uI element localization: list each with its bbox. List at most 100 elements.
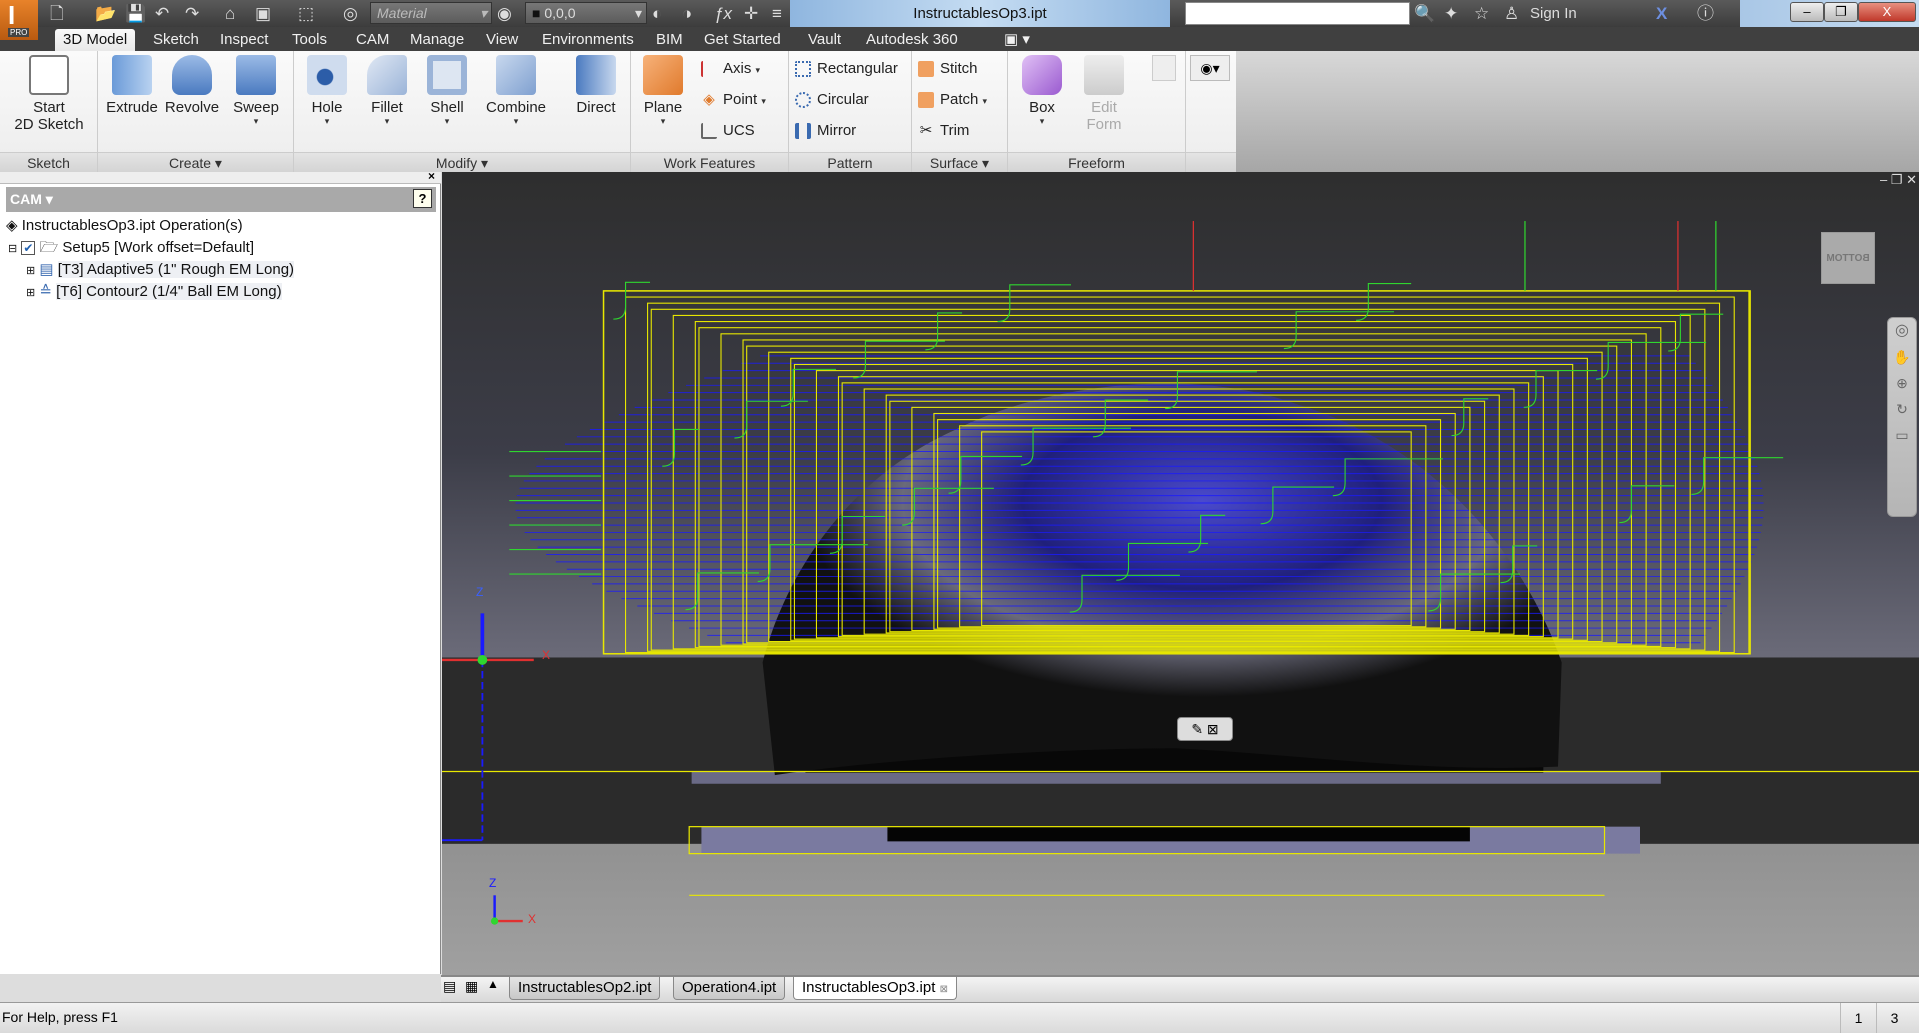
help-icon[interactable]: ? (413, 189, 432, 208)
plus-icon[interactable]: ✛ (744, 3, 758, 25)
point-button[interactable]: ◈ Point ▾ (701, 88, 766, 112)
tab-inspect[interactable]: Inspect (212, 29, 276, 51)
mini-toolbar[interactable]: ✎ ⊠ (1177, 717, 1233, 741)
direct-button[interactable]: Direct (568, 55, 624, 116)
adjust-icon[interactable]: ◐ (652, 3, 662, 25)
tree-operation[interactable]: ⊞ ▤ [T3] Adaptive5 (1" Rough EM Long) (26, 259, 295, 281)
tile-windows-icon[interactable]: ▦ (465, 978, 478, 995)
panel-options-dropdown[interactable]: ◉▾ (1190, 55, 1230, 81)
open-icon[interactable]: 📂 (95, 3, 116, 25)
tab-bim[interactable]: BIM (648, 29, 691, 51)
panel-create: Extrude Revolve Sweep ▾ Create ▾ (98, 51, 294, 172)
box-button[interactable]: Box ▾ (1014, 55, 1070, 127)
doc-tab-active[interactable]: InstructablesOp3.ipt ⊠ (793, 977, 957, 1000)
color-wheel-icon[interactable]: ◉ (497, 3, 512, 25)
axis-button[interactable]: Axis ▾ (701, 57, 760, 81)
convert-icon[interactable] (1152, 55, 1176, 81)
look-at-icon[interactable]: ▭ (1888, 422, 1916, 448)
search-icon[interactable]: 🔍 (1414, 3, 1435, 25)
tab-tools[interactable]: Tools (284, 29, 335, 51)
ribbon-minimize-icon[interactable]: ▣ ▾ (996, 29, 1038, 51)
tree-operation[interactable]: ⊞ ≙ [T6] Contour2 (1/4" Ball EM Long) (26, 281, 282, 303)
tab-autodesk-360[interactable]: Autodesk 360 (858, 29, 966, 51)
favorites-star-icon[interactable]: ☆ (1474, 3, 1489, 25)
shell-button[interactable]: Shell ▾ (420, 55, 474, 127)
rectangular-pattern-button[interactable]: Rectangular (795, 57, 898, 81)
tab-vault[interactable]: Vault (800, 29, 849, 51)
viewport-window-controls[interactable]: – ❐ ✕ (1880, 172, 1917, 188)
sweep-button[interactable]: Sweep ▾ (226, 55, 286, 127)
sign-in-button[interactable]: Sign In (1530, 3, 1577, 25)
trim-button[interactable]: ✂ Trim (918, 119, 970, 143)
customize-icon[interactable]: ≡ (772, 3, 782, 25)
close-tab-icon[interactable]: ⊠ (940, 984, 948, 995)
restore-button[interactable]: ❐ (1824, 2, 1858, 22)
hole-button[interactable]: Hole ▾ (302, 55, 352, 127)
app-menu-button[interactable]: I PRO (0, 0, 38, 40)
appearance-dropdown[interactable]: ■ 0,0,0 ▾ (525, 2, 647, 24)
pan-icon[interactable]: ✋ (1888, 344, 1916, 370)
tree-setup[interactable]: ⊟ ✔ 🗁 Setup5 [Work offset=Default] (8, 237, 254, 259)
close-button[interactable]: X (1858, 2, 1916, 22)
communication-icon[interactable]: ✦ (1444, 3, 1458, 25)
setup-checkbox[interactable]: ✔ (21, 241, 36, 255)
tab-environments[interactable]: Environments (534, 29, 642, 51)
steering-wheel-icon[interactable]: ◎ (1888, 318, 1916, 344)
panel-title[interactable]: Modify ▾ (294, 152, 630, 172)
minimize-button[interactable]: – (1790, 2, 1824, 22)
expand-icon[interactable]: ⊞ (26, 265, 35, 277)
browser-header[interactable]: CAM ▾ ? (6, 187, 436, 212)
search-input[interactable] (1185, 2, 1410, 25)
label: InstructablesOp3.ipt (802, 979, 936, 996)
tab-manage[interactable]: Manage (402, 29, 472, 51)
redo-icon[interactable]: ↷ (185, 3, 199, 25)
mirror-button[interactable]: Mirror (795, 119, 856, 143)
tab-get-started[interactable]: Get Started (696, 29, 789, 51)
doc-tab[interactable]: Operation4.ipt (673, 977, 786, 1000)
open-documents-icon[interactable]: ▲ (487, 977, 499, 991)
material-dropdown[interactable]: Material ▾ (370, 2, 492, 24)
ucs-button[interactable]: UCS (701, 119, 755, 143)
tab-cam[interactable]: CAM (348, 29, 397, 51)
circular-pattern-button[interactable]: Circular (795, 88, 869, 112)
revolve-button[interactable]: Revolve (160, 55, 224, 116)
close-browser-icon[interactable]: × (428, 169, 435, 183)
extrude-button[interactable]: Extrude (102, 55, 162, 116)
tree-root[interactable]: ◈ InstructablesOp3.ipt Operation(s) (6, 215, 243, 237)
browser-grip[interactable]: × (0, 169, 441, 184)
panel-title[interactable]: Surface ▾ (912, 152, 1007, 172)
update-icon[interactable]: ▣ (255, 3, 271, 25)
home-icon[interactable]: ⌂ (225, 3, 235, 25)
stock-band (691, 771, 1661, 784)
expand-icon[interactable]: ⊞ (26, 287, 35, 299)
fillet-button[interactable]: Fillet ▾ (360, 55, 414, 127)
patch-button[interactable]: Patch ▾ (918, 88, 987, 112)
help-icon[interactable]: ⓘ (1697, 3, 1714, 25)
navigation-bar[interactable]: ◎ ✋ ⊕ ↻ ▭ (1887, 317, 1917, 517)
panel-title[interactable]: Create ▾ (98, 152, 293, 172)
cascade-windows-icon[interactable]: ▤ (443, 978, 456, 995)
undo-icon[interactable]: ↶ (155, 3, 169, 25)
clear-appearance-icon[interactable]: ◑ (682, 3, 692, 25)
tab-sketch[interactable]: Sketch (145, 29, 207, 51)
tab-view[interactable]: View (478, 29, 526, 51)
doc-tab[interactable]: InstructablesOp2.ipt (509, 977, 661, 1000)
new-icon[interactable]: 🗋 (50, 3, 64, 25)
graphics-viewport[interactable]: BOTTOM ◎ ✋ ⊕ ↻ ▭ – ❐ ✕ ✎ ⊠ Z X Z X (442, 172, 1919, 975)
globe-icon[interactable]: ◎ (343, 3, 358, 25)
select-icon[interactable]: ⬚ (298, 3, 314, 25)
label: Sweep (233, 99, 279, 116)
tab-3d-model[interactable]: 3D Model (55, 29, 136, 51)
stitch-button[interactable]: Stitch (918, 57, 978, 81)
plane-button[interactable]: Plane ▾ (635, 55, 691, 127)
start-2d-sketch-button[interactable]: Start 2D Sketch (10, 55, 88, 133)
edit-form-button[interactable]: Edit Form (1074, 55, 1134, 133)
exchange-icon[interactable]: X (1656, 3, 1667, 25)
zoom-icon[interactable]: ⊕ (1888, 370, 1916, 396)
collapse-icon[interactable]: ⊟ (8, 243, 17, 255)
fx-icon[interactable]: ƒx (714, 3, 732, 25)
orbit-icon[interactable]: ↻ (1888, 396, 1916, 422)
save-icon[interactable]: 💾 (125, 3, 146, 25)
view-cube[interactable]: BOTTOM (1821, 232, 1875, 284)
combine-button[interactable]: Combine ▾ (480, 55, 552, 127)
